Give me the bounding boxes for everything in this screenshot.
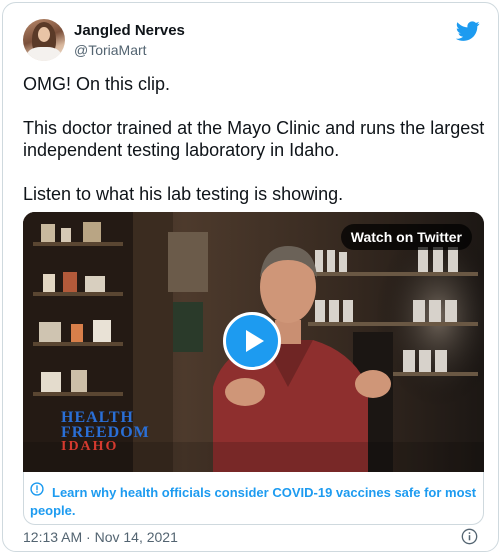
- avatar[interactable]: [23, 19, 65, 61]
- watch-on-twitter-button[interactable]: Watch on Twitter: [340, 224, 472, 250]
- notice-link[interactable]: Learn why health officials consider COVI…: [30, 484, 480, 520]
- tweet-timestamp[interactable]: 12:13 AM · Nov 14, 2021: [23, 529, 178, 545]
- tweet-card: Jangled Nerves @ToriaMart OMG! On this c…: [2, 2, 499, 552]
- twitter-bird-icon[interactable]: [456, 19, 480, 43]
- tweet-paragraph: OMG! On this clip.: [23, 74, 171, 94]
- play-button[interactable]: [223, 312, 281, 370]
- tweet-paragraph: Listen to what his lab testing is showin…: [23, 184, 344, 204]
- video-player[interactable]: HEALTH FREEDOM IDAHO Watch on Twitter: [23, 212, 484, 472]
- display-name[interactable]: Jangled Nerves: [74, 22, 185, 39]
- tweet-text: OMG! On this clip. This doctor trained a…: [23, 73, 488, 227]
- info-icon[interactable]: [461, 528, 478, 545]
- play-icon: [246, 330, 264, 352]
- user-handle[interactable]: @ToriaMart: [74, 42, 147, 58]
- tweet-paragraph: This doctor trained at the Mayo Clinic a…: [23, 118, 485, 160]
- misinformation-notice[interactable]: Learn why health officials consider COVI…: [23, 472, 484, 525]
- health-freedom-idaho-logo: HEALTH FREEDOM IDAHO: [61, 409, 150, 454]
